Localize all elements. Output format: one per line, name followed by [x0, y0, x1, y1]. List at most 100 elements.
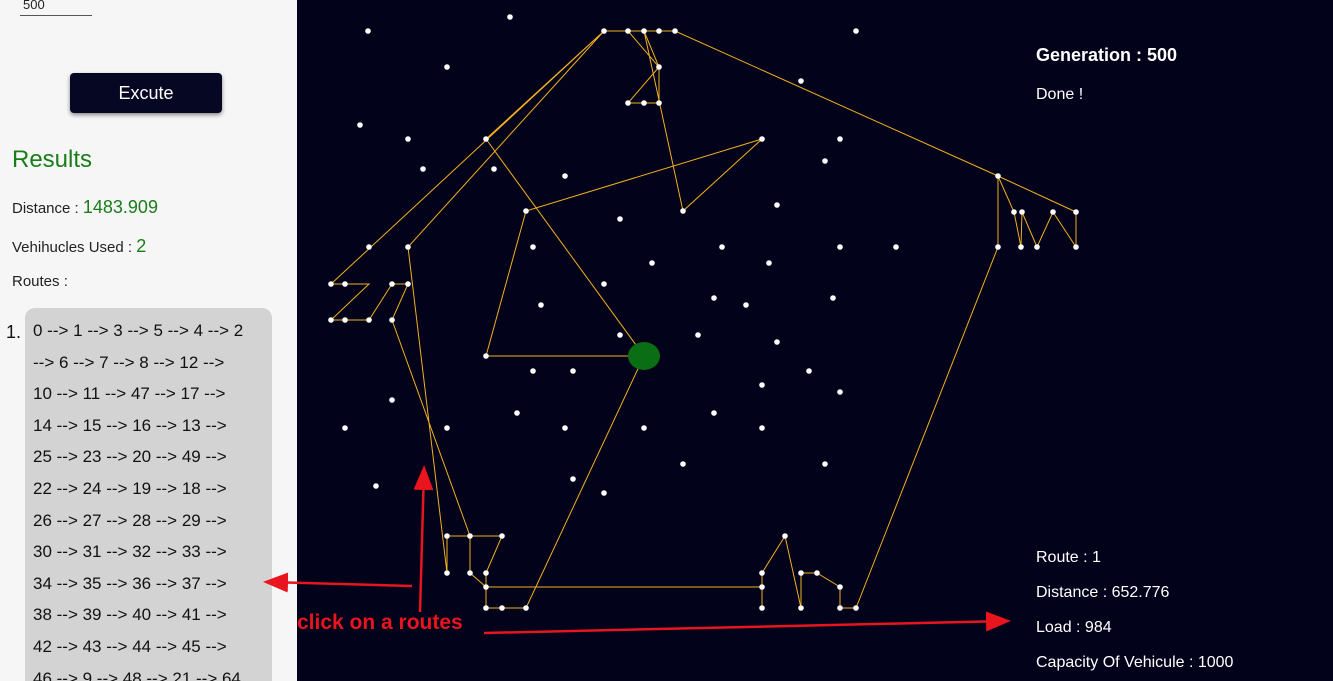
customer-point: [837, 605, 843, 611]
customer-point: [444, 533, 450, 539]
customer-point: [1011, 209, 1017, 215]
customer-point: [1018, 244, 1024, 250]
customer-point: [641, 425, 647, 431]
route-sequence-line[interactable]: 30 --> 31 --> 32 --> 33 -->: [33, 540, 266, 572]
customer-point: [444, 425, 450, 431]
customer-point: [530, 368, 536, 374]
customer-point: [798, 570, 804, 576]
customer-point: [837, 584, 843, 590]
customer-point: [695, 332, 701, 338]
route-sequence-line[interactable]: 14 --> 15 --> 16 --> 13 -->: [33, 414, 266, 446]
route-info-route: Route : 1: [1036, 549, 1101, 566]
customer-point: [491, 166, 497, 172]
customer-point: [759, 136, 765, 142]
results-title: Results: [12, 146, 93, 173]
customer-point: [328, 281, 334, 287]
customer-point: [483, 570, 489, 576]
route-sequence-line[interactable]: 22 --> 24 --> 19 --> 18 -->: [33, 477, 266, 509]
customer-point: [405, 136, 411, 142]
customer-point: [719, 244, 725, 250]
customer-point: [995, 244, 1001, 250]
customer-point: [530, 244, 536, 250]
route-sequence-line[interactable]: 42 --> 43 --> 44 --> 45 -->: [33, 635, 266, 667]
customer-point: [483, 136, 489, 142]
customer-point: [373, 483, 379, 489]
customer-point: [601, 490, 607, 496]
route-sequence-line[interactable]: 46 --> 9 --> 48 --> 21 --> 64: [33, 667, 266, 681]
customer-point: [389, 281, 395, 287]
customer-point: [570, 476, 576, 482]
customer-point: [328, 317, 334, 323]
customer-point: [893, 244, 899, 250]
customer-point: [759, 570, 765, 576]
customer-point: [656, 100, 662, 106]
customer-point: [806, 368, 812, 374]
customer-point: [837, 389, 843, 395]
customer-point: [798, 605, 804, 611]
customer-point: [507, 14, 513, 20]
customer-point: [625, 100, 631, 106]
customer-point: [672, 28, 678, 34]
annotation-text: click on a routes: [297, 611, 463, 634]
customer-point: [467, 533, 473, 539]
vehicles-used: Vehihucles Used : 2: [12, 236, 146, 257]
route-sequence-line[interactable]: 34 --> 35 --> 36 --> 37 -->: [33, 572, 266, 604]
route-info-load: Load : 984: [1036, 619, 1112, 636]
customer-point: [342, 425, 348, 431]
route-info-distance: Distance : 652.776: [1036, 584, 1170, 601]
customer-point: [562, 425, 568, 431]
route-sequence-line[interactable]: 10 --> 11 --> 47 --> 17 -->: [33, 382, 266, 414]
customer-point: [782, 533, 788, 539]
route-sequence-line[interactable]: 26 --> 27 --> 28 --> 29 -->: [33, 509, 266, 541]
customer-point: [774, 339, 780, 345]
customer-point: [499, 533, 505, 539]
customer-point: [822, 158, 828, 164]
customer-point: [405, 244, 411, 250]
generation-counter: Generation : 500: [1036, 45, 1177, 66]
customer-point: [1019, 209, 1025, 215]
generations-input[interactable]: [20, 0, 92, 16]
customer-point: [625, 28, 631, 34]
execute-button[interactable]: Excute: [70, 73, 222, 113]
customer-point: [995, 173, 1001, 179]
customer-point: [680, 461, 686, 467]
customer-point: [366, 244, 372, 250]
customer-point: [656, 28, 662, 34]
vehicle-route-line-1: [469, 30, 1077, 609]
route-list-item[interactable]: 0 --> 1 --> 3 --> 5 --> 4 --> 2 --> 6 --…: [25, 308, 272, 681]
customer-point: [405, 281, 411, 287]
route-sequence-line[interactable]: 25 --> 23 --> 20 --> 49 -->: [33, 445, 266, 477]
route-list-index: 1.: [6, 322, 22, 342]
route-sequence-line[interactable]: 0 --> 1 --> 3 --> 5 --> 4 --> 2: [33, 319, 266, 351]
customer-point: [617, 332, 623, 338]
customer-point: [680, 208, 686, 214]
route-sequence-line[interactable]: 38 --> 39 --> 40 --> 41 -->: [33, 603, 266, 635]
route-map-canvas: [297, 0, 1333, 681]
customer-point: [538, 302, 544, 308]
customer-point: [342, 317, 348, 323]
customer-point: [711, 295, 717, 301]
customer-point: [562, 173, 568, 179]
route-map: [328, 14, 1079, 611]
customer-point: [798, 78, 804, 84]
customer-point: [483, 584, 489, 590]
depot-marker: [628, 342, 660, 370]
customer-point: [523, 208, 529, 214]
vehicles-value: 2: [136, 236, 147, 256]
customer-point: [523, 605, 529, 611]
customer-point: [837, 244, 843, 250]
customer-point: [365, 28, 371, 34]
customer-point: [467, 570, 473, 576]
generation-value: 500: [1147, 45, 1178, 65]
customer-point: [830, 295, 836, 301]
route-sequence-line[interactable]: --> 6 --> 7 --> 8 --> 12 -->: [33, 351, 266, 383]
customer-point: [656, 64, 662, 70]
route-info-capacity: Capacity Of Vehicule : 1000: [1036, 654, 1234, 671]
route-lines: [329, 30, 1077, 609]
customer-point: [366, 317, 372, 323]
customer-point: [649, 260, 655, 266]
customer-point: [1034, 244, 1040, 250]
customer-point: [420, 166, 426, 172]
customer-point: [499, 605, 505, 611]
customer-point: [444, 570, 450, 576]
